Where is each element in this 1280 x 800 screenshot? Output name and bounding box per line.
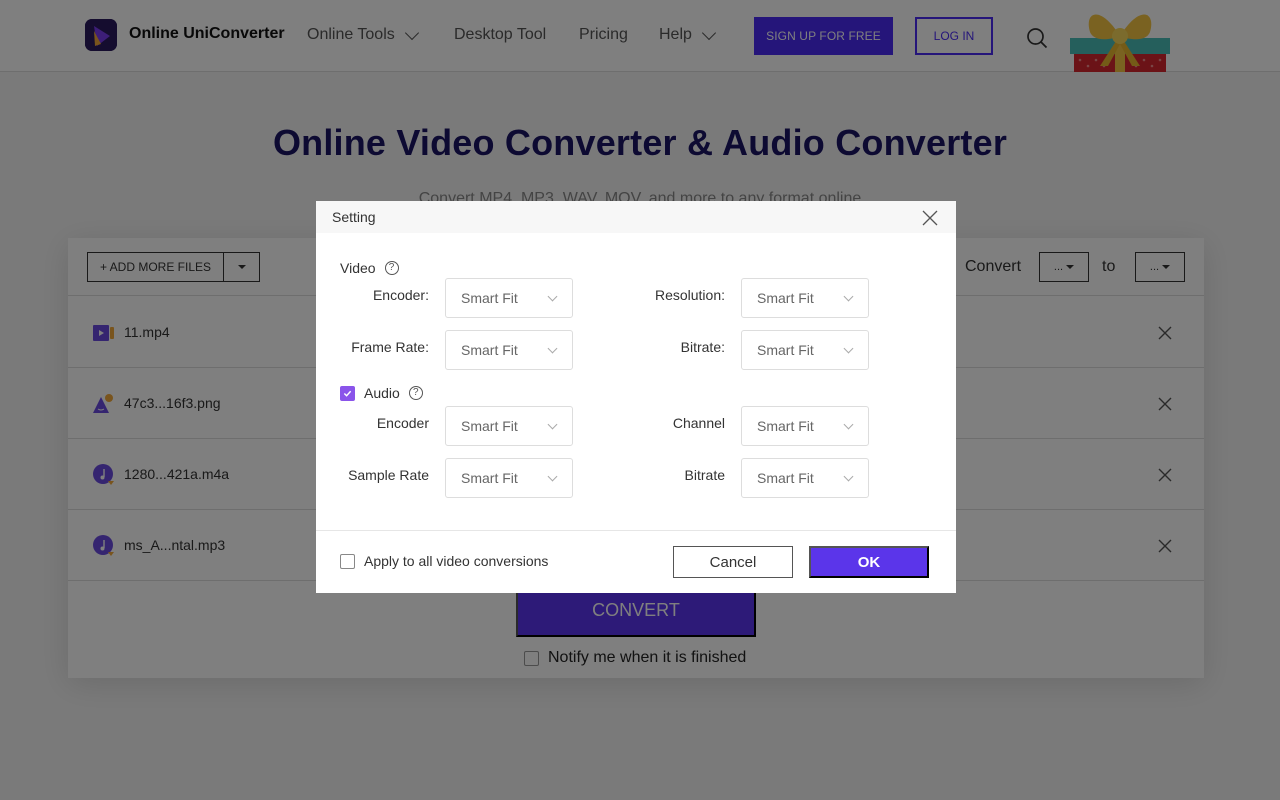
select-value: Smart Fit [757,470,814,486]
chevron-down-icon [547,291,558,302]
help-icon[interactable]: ? [384,261,399,275]
help-icon[interactable]: ? [408,386,423,400]
resolution-select[interactable]: Smart Fit [741,278,869,318]
audio-section-label: Audio [364,385,400,401]
channel-select[interactable]: Smart Fit [741,406,869,446]
cancel-button[interactable]: Cancel [673,546,793,578]
select-value: Smart Fit [461,470,518,486]
audio-checkbox[interactable] [340,385,355,401]
video-encoder-select[interactable]: Smart Fit [445,278,573,318]
channel-label: Channel [672,415,725,431]
dialog-divider [316,530,956,531]
chevron-down-icon [843,471,854,482]
sample-rate-label: Sample Rate [348,467,429,483]
ok-button[interactable]: OK [809,546,929,578]
resolution-label: Resolution: [654,287,725,303]
frame-rate-select[interactable]: Smart Fit [445,330,573,370]
close-icon[interactable] [922,210,938,226]
select-value: Smart Fit [757,290,814,306]
select-value: Smart Fit [461,342,518,358]
chevron-down-icon [843,343,854,354]
select-value: Smart Fit [757,418,814,434]
chevron-down-icon [547,419,558,430]
video-bitrate-select[interactable]: Smart Fit [741,330,869,370]
dialog-title: Setting [332,209,376,225]
video-encoder-label: Encoder: [372,287,429,303]
chevron-down-icon [843,419,854,430]
audio-bitrate-label: Bitrate [684,467,725,483]
checkmark-icon [343,390,352,397]
video-section-label: Video [340,260,376,276]
audio-section-header: Audio ? [340,385,423,401]
audio-encoder-select[interactable]: Smart Fit [445,406,573,446]
apply-all-checkbox[interactable] [340,553,355,569]
chevron-down-icon [547,343,558,354]
apply-all-label: Apply to all video conversions [364,553,549,569]
select-value: Smart Fit [757,342,814,358]
sample-rate-select[interactable]: Smart Fit [445,458,573,498]
audio-encoder-label: Encoder [376,415,429,431]
settings-dialog: Setting Video ? Encoder: Smart Fit Resol… [316,201,956,593]
video-section-header: Video ? [340,260,399,276]
select-value: Smart Fit [461,290,518,306]
chevron-down-icon [547,471,558,482]
video-bitrate-label: Bitrate: [680,339,725,355]
dialog-header: Setting [316,201,956,233]
audio-bitrate-select[interactable]: Smart Fit [741,458,869,498]
frame-rate-label: Frame Rate: [351,339,429,355]
select-value: Smart Fit [461,418,518,434]
apply-all-option[interactable]: Apply to all video conversions [340,553,548,569]
chevron-down-icon [843,291,854,302]
